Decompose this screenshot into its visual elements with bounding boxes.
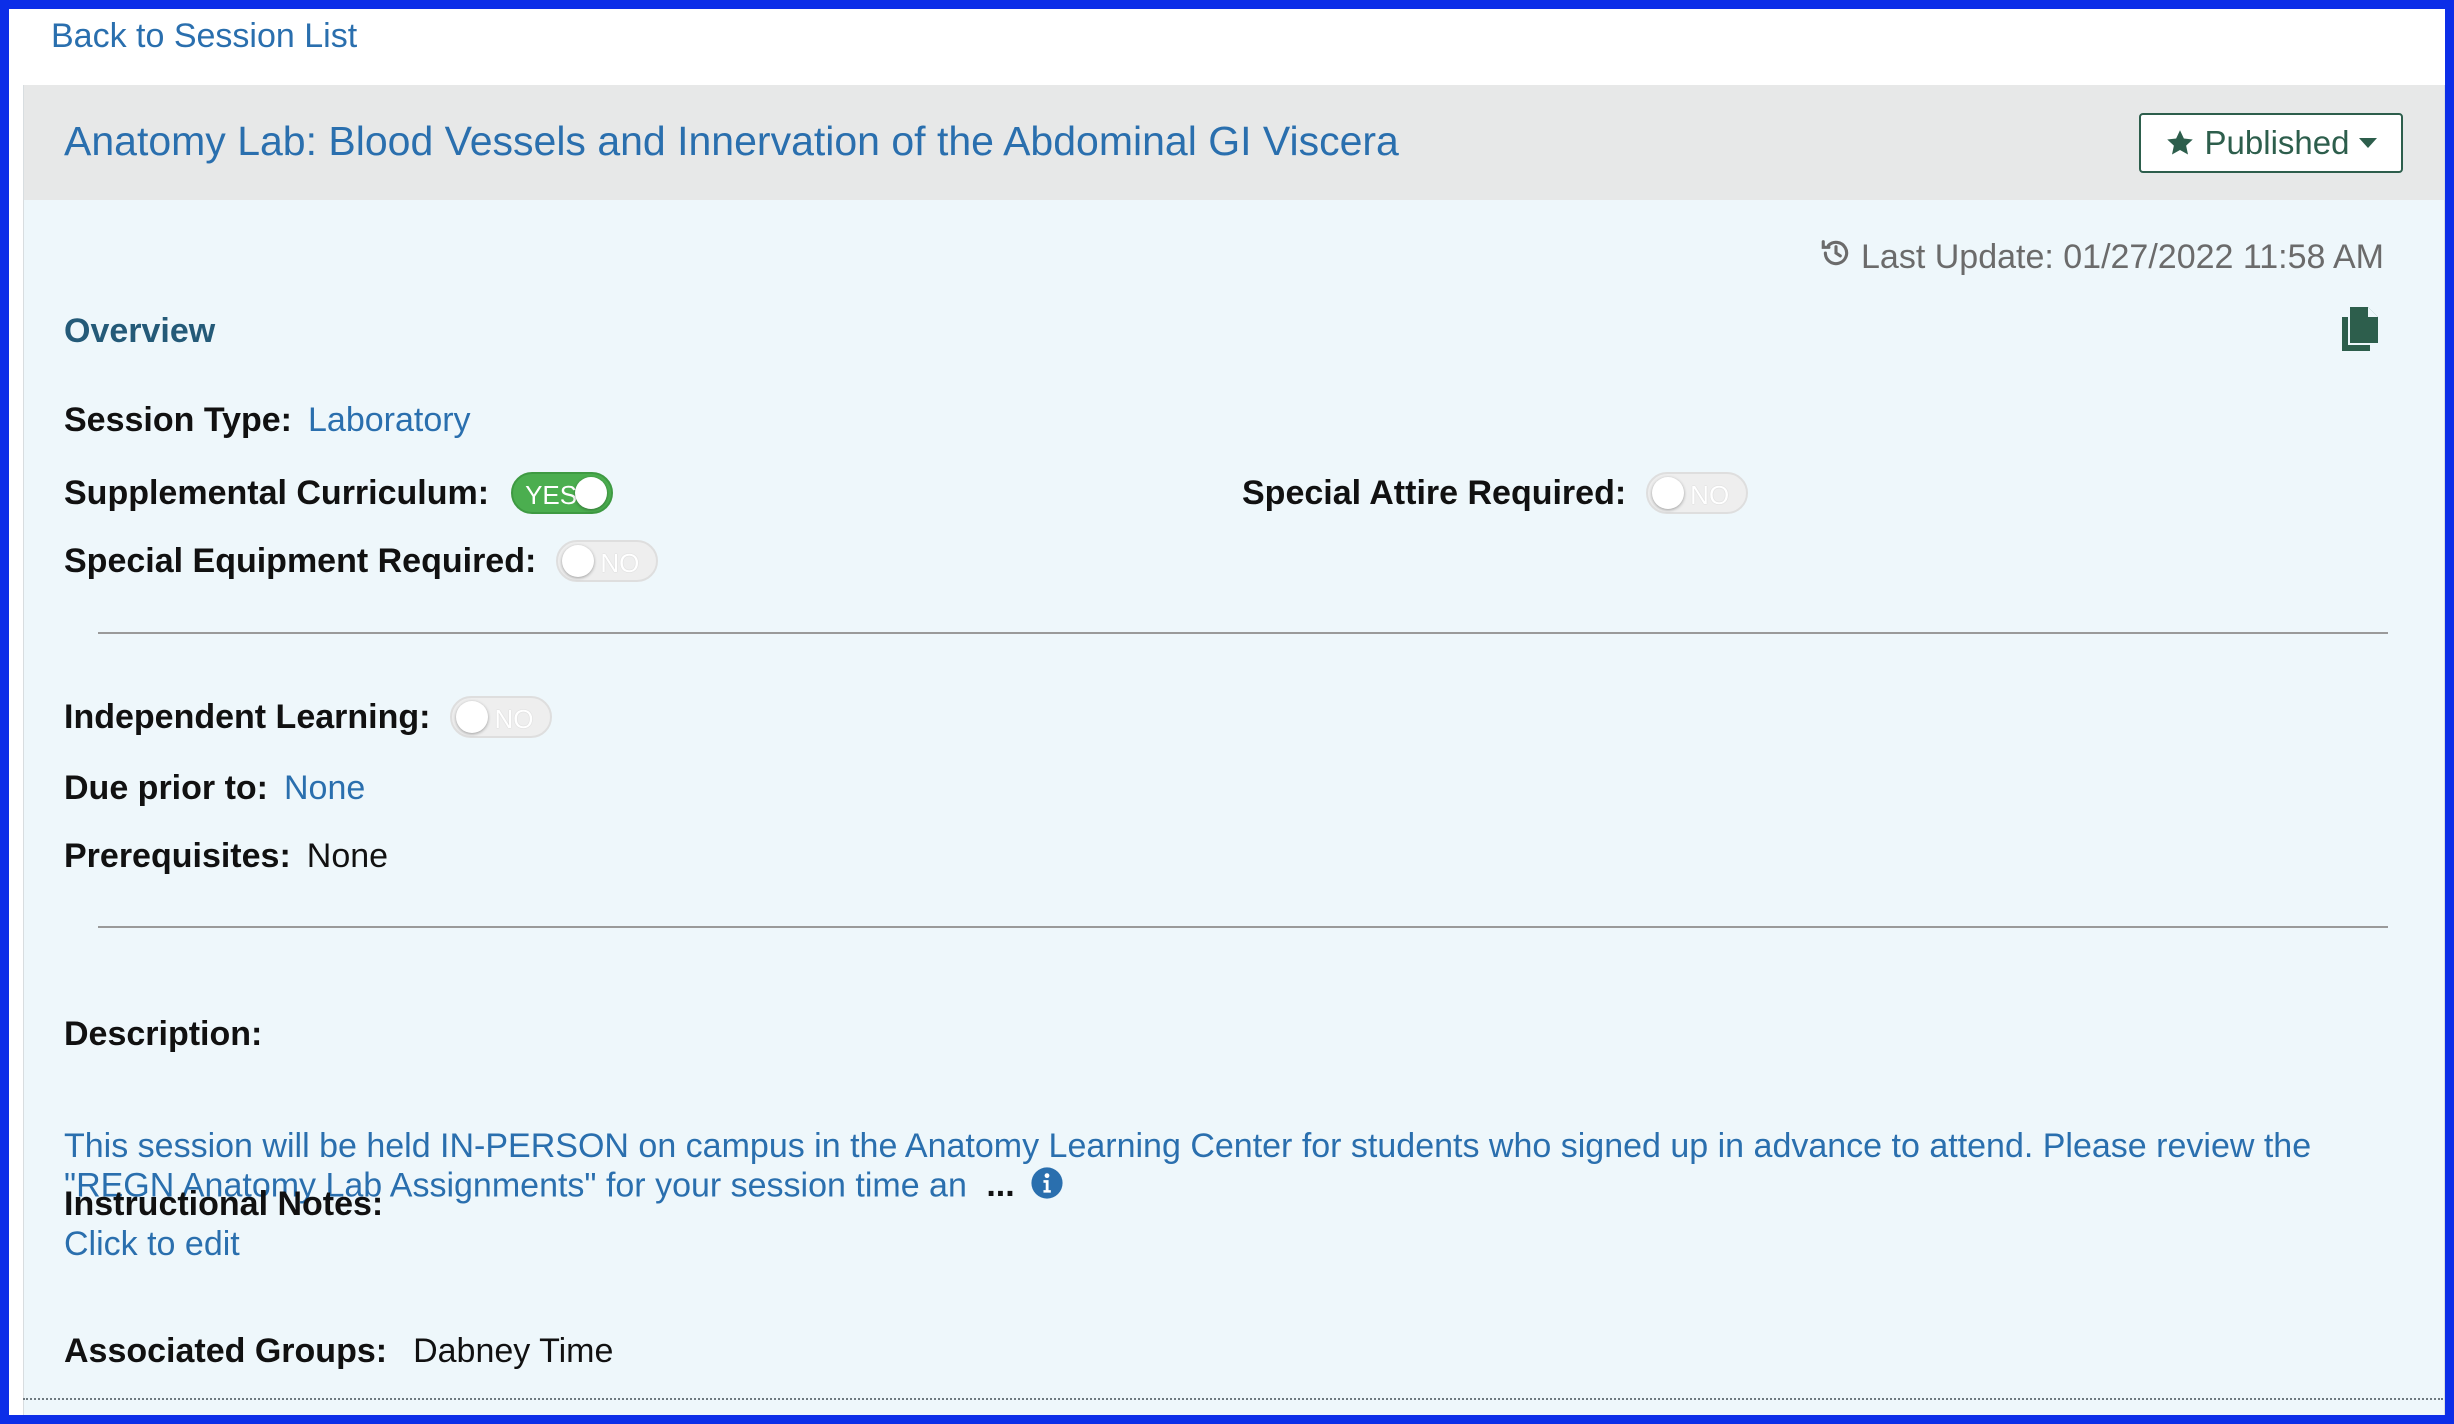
toggle-state-text: NO (494, 704, 534, 734)
session-type-value[interactable]: Laboratory (308, 401, 471, 440)
toggle-state-text: NO (600, 548, 640, 578)
independent-learning-label: Independent Learning: (64, 697, 431, 736)
session-header: Anatomy Lab: Blood Vessels and Innervati… (24, 85, 2444, 200)
supplemental-curriculum-label: Supplemental Curriculum: (64, 473, 490, 512)
toggle-knob (1652, 477, 1685, 509)
associated-groups-label: Associated Groups: (64, 1332, 388, 1370)
supplemental-curriculum-toggle[interactable]: YES (511, 472, 614, 514)
publish-status-dropdown[interactable]: Published (2139, 113, 2403, 173)
special-attire-row: Special Attire Required: NO (1242, 472, 1749, 514)
history-icon (1819, 236, 1853, 279)
caret-down-icon (2359, 137, 2378, 149)
section-divider (98, 926, 2388, 928)
last-update: Last Update: 01/27/2022 11:58 AM (1819, 236, 2384, 279)
toggle-knob (456, 701, 489, 733)
instructional-notes-label: Instructional Notes: (64, 1185, 384, 1223)
window-frame: Back to Session List Anatomy Lab: Blood … (0, 0, 2454, 1424)
copy-icon[interactable] (2340, 307, 2384, 355)
click-to-edit-link[interactable]: Click to edit (64, 1225, 240, 1264)
prerequisites-value: None (306, 837, 389, 875)
session-title: Anatomy Lab: Blood Vessels and Innervati… (64, 118, 1399, 164)
special-attire-label: Special Attire Required: (1242, 473, 1627, 512)
prerequisites-row: Prerequisites: None (64, 837, 388, 876)
session-panel: Anatomy Lab: Blood Vessels and Innervati… (23, 85, 2445, 1415)
description-text-block: This session will be held IN-PERSON on c… (64, 1127, 2404, 1209)
special-equipment-label: Special Equipment Required: (64, 541, 537, 580)
special-equipment-toggle[interactable]: NO (556, 540, 659, 582)
section-divider (98, 632, 2388, 634)
last-update-text: Last Update: 01/27/2022 11:58 AM (1861, 238, 2384, 276)
info-icon[interactable] (1030, 1166, 1064, 1209)
overview-heading: Overview (64, 312, 216, 350)
more-ellipsis[interactable]: ... (986, 1166, 1014, 1204)
supplemental-curriculum-row: Supplemental Curriculum: YES (64, 472, 614, 514)
session-type-label: Session Type: (64, 401, 292, 439)
due-prior-label: Due prior to: (64, 769, 268, 807)
independent-learning-toggle[interactable]: NO (450, 696, 553, 738)
prerequisites-label: Prerequisites: (64, 837, 291, 875)
associated-groups-value: Dabney Time (413, 1332, 614, 1370)
special-equipment-row: Special Equipment Required: NO (64, 540, 659, 582)
bottom-dotted-divider (23, 1398, 2443, 1400)
status-label: Published (2204, 124, 2350, 161)
toggle-state-text: NO (1690, 480, 1730, 510)
due-prior-row: Due prior to: None (64, 769, 365, 808)
back-to-session-list-link[interactable]: Back to Session List (51, 17, 357, 56)
special-attire-toggle[interactable]: NO (1646, 472, 1749, 514)
independent-learning-row: Independent Learning: NO (64, 696, 553, 738)
toggle-state-text: YES (525, 480, 578, 510)
associated-groups-row: Associated Groups: Dabney Time (64, 1332, 613, 1371)
due-prior-value[interactable]: None (284, 769, 365, 808)
toggle-knob (562, 545, 595, 577)
instructional-notes-edit-row: Click to edit (64, 1225, 240, 1264)
session-type-row: Session Type: Laboratory (64, 401, 471, 440)
description-label: Description: (64, 1015, 263, 1053)
star-icon (2165, 128, 2195, 158)
toggle-knob (575, 477, 608, 509)
description-text[interactable]: This session will be held IN-PERSON on c… (64, 1127, 2311, 1204)
